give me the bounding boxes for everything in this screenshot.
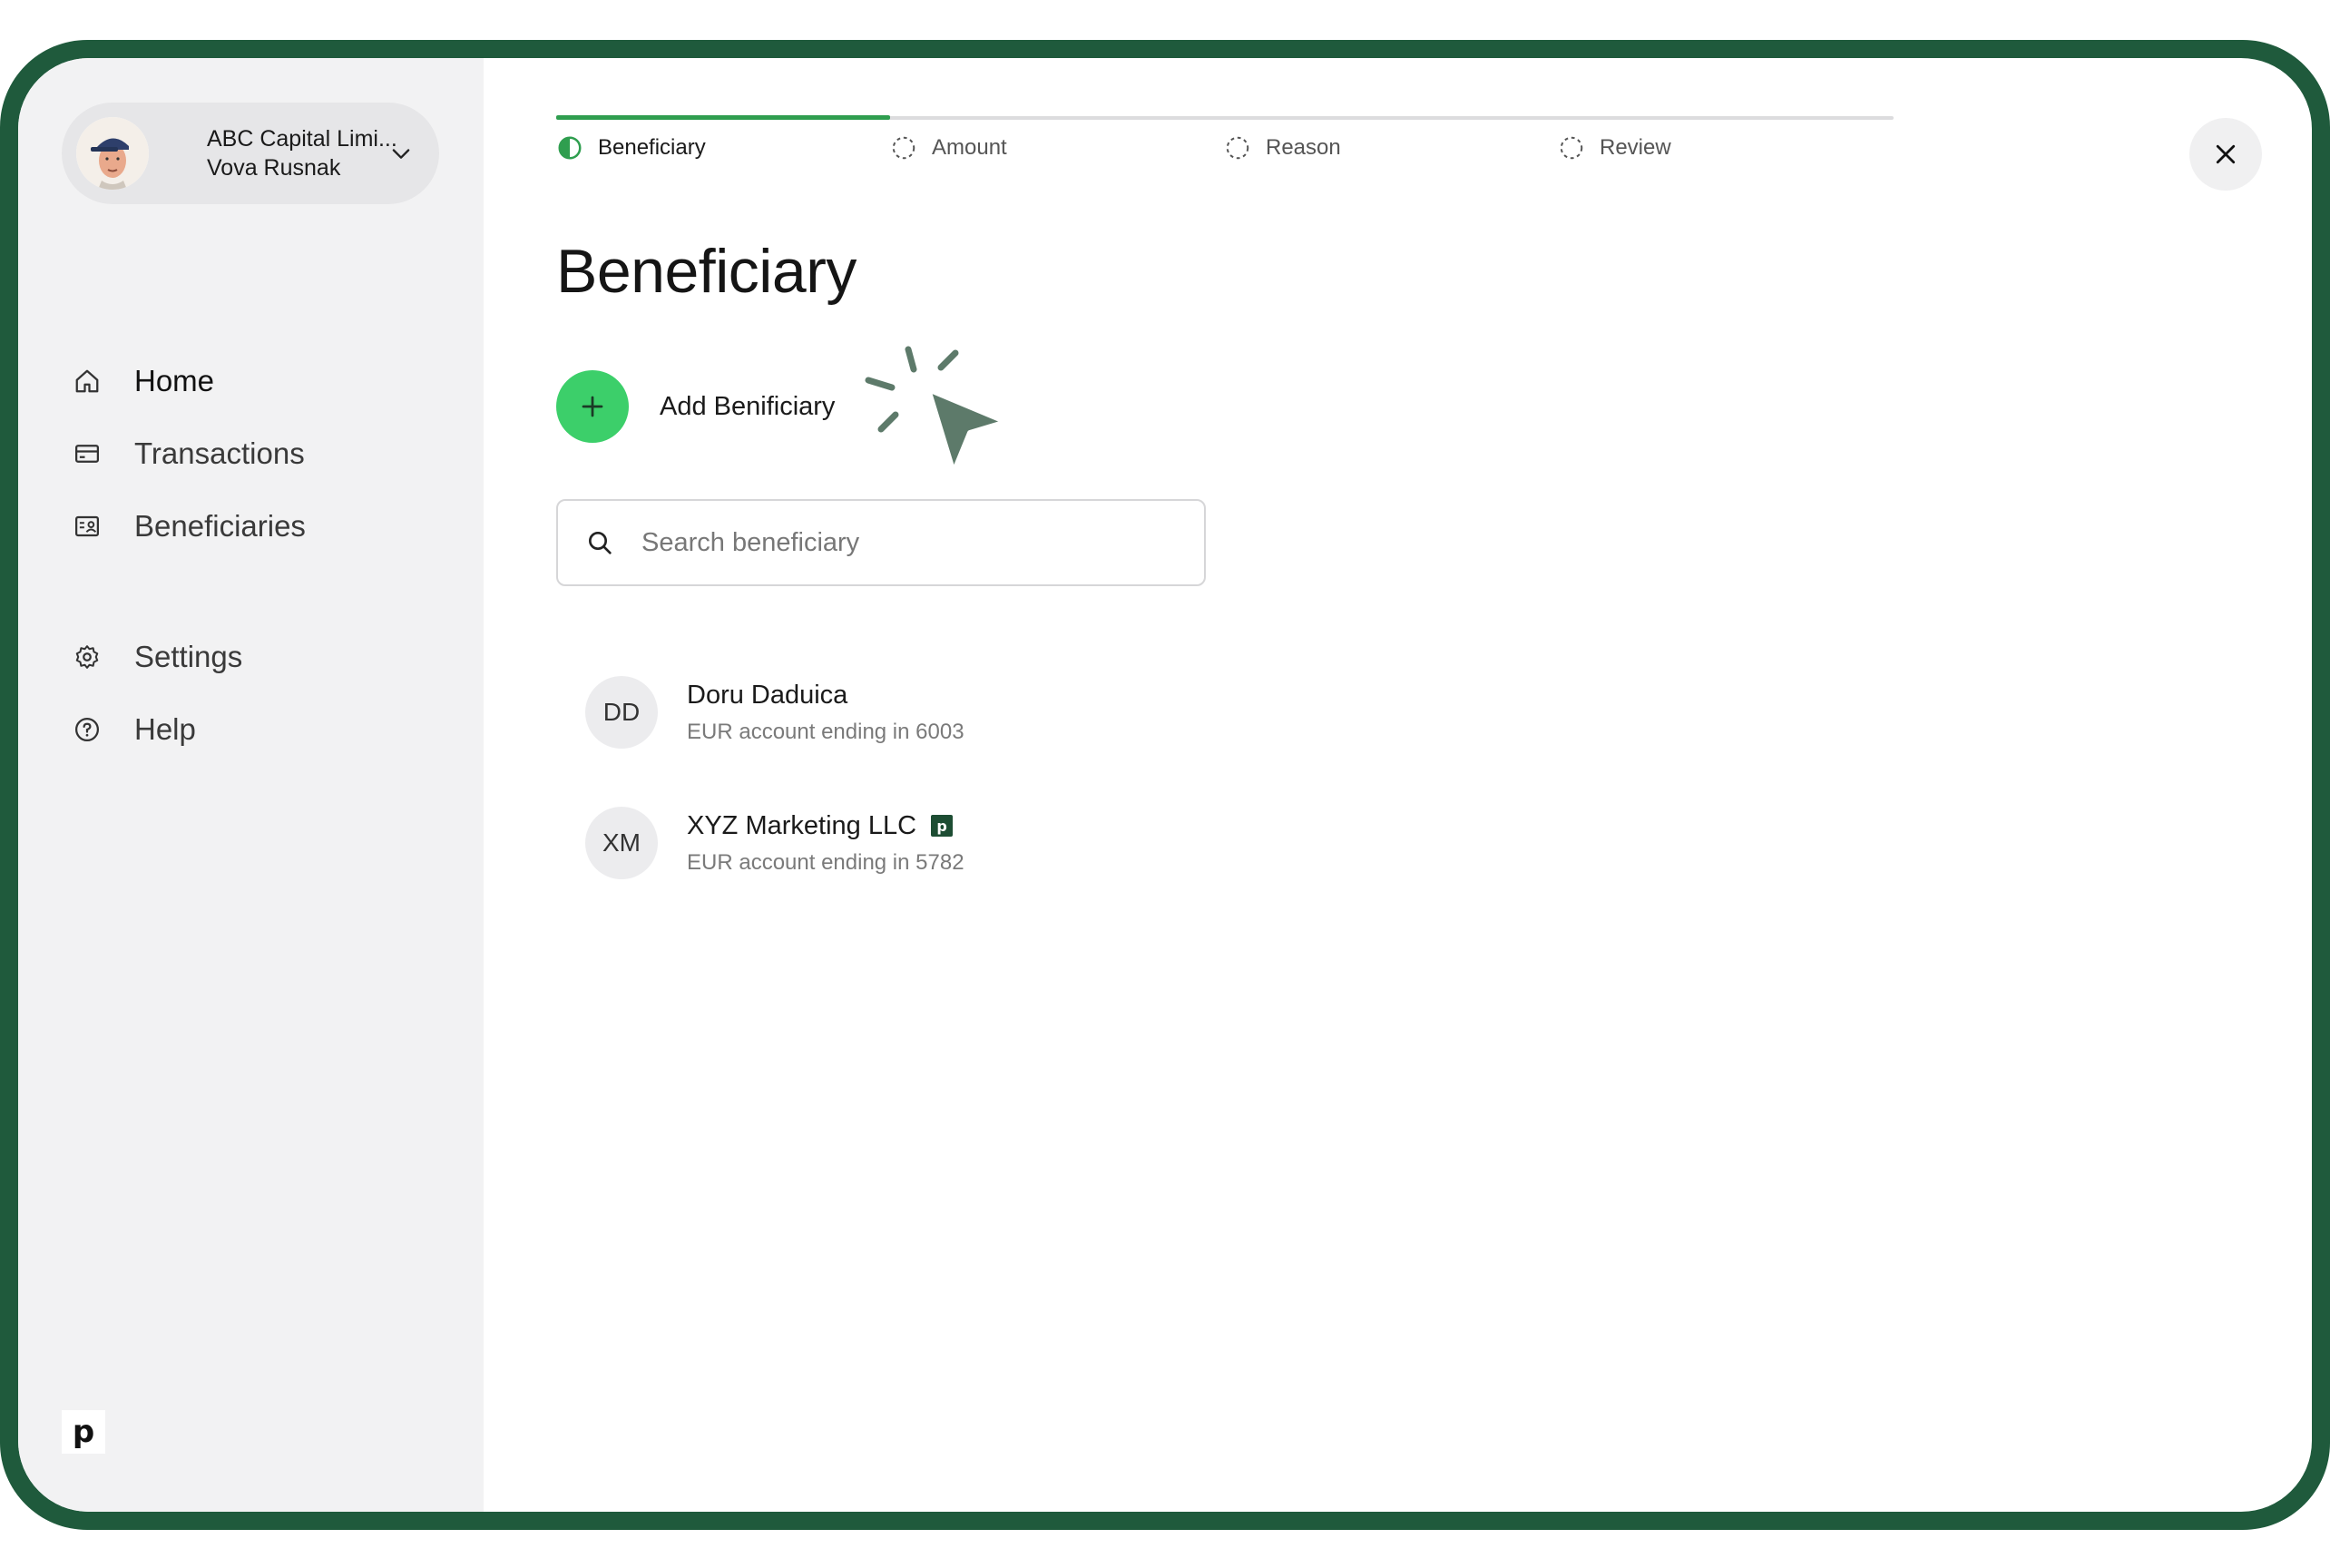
- app-screen: ABC Capital Limi... Vova Rusnak Home Tra…: [18, 58, 2312, 1512]
- step-label: Review: [1600, 135, 1671, 160]
- step-label: Amount: [932, 135, 1007, 160]
- beneficiary-row[interactable]: DD Doru Daduica EUR account ending in 60…: [585, 675, 964, 750]
- beneficiary-row[interactable]: XM XYZ Marketing LLC p EUR account endin…: [585, 806, 964, 880]
- beneficiary-initials: XM: [585, 807, 658, 879]
- dashed-circle-icon: [1226, 136, 1249, 160]
- sidebar-item-home[interactable]: Home: [73, 359, 214, 403]
- beneficiary-name: Doru Daduica: [687, 680, 848, 710]
- beneficiary-name: XYZ Marketing LLC: [687, 810, 917, 840]
- step-reason[interactable]: Reason: [1224, 132, 1341, 163]
- sidebar-item-label: Settings: [134, 640, 243, 673]
- beneficiary-initials: DD: [585, 676, 658, 749]
- close-button[interactable]: [2189, 118, 2262, 191]
- step-review[interactable]: Review: [1558, 132, 1671, 163]
- search-icon: [589, 532, 612, 554]
- search-input[interactable]: [641, 527, 1186, 558]
- brand-badge-icon: p: [931, 815, 954, 837]
- card-icon: [73, 439, 102, 468]
- step-amount[interactable]: Amount: [890, 132, 1007, 163]
- beneficiary-account: EUR account ending in 5782: [687, 849, 964, 875]
- account-company: ABC Capital Limi...: [207, 126, 397, 152]
- step-label: Reason: [1266, 135, 1341, 160]
- contact-card-icon: [73, 512, 102, 541]
- add-beneficiary-label: Add Benificiary: [660, 391, 836, 421]
- sidebar: ABC Capital Limi... Vova Rusnak Home Tra…: [18, 58, 484, 1512]
- sidebar-item-transactions[interactable]: Transactions: [73, 432, 305, 475]
- click-cursor-icon: [865, 346, 1009, 475]
- plus-icon: [556, 370, 629, 443]
- beneficiary-account: EUR account ending in 6003: [687, 719, 964, 744]
- home-icon: [73, 367, 102, 396]
- account-switcher[interactable]: ABC Capital Limi... Vova Rusnak: [62, 103, 439, 204]
- add-beneficiary-button[interactable]: Add Benificiary: [556, 370, 835, 443]
- sidebar-item-label: Transactions: [134, 436, 305, 470]
- sidebar-item-label: Beneficiaries: [134, 509, 306, 543]
- search-field[interactable]: [556, 499, 1206, 586]
- dashed-circle-icon: [1560, 136, 1583, 160]
- page-title: Beneficiary: [556, 237, 857, 306]
- sidebar-item-settings[interactable]: Settings: [73, 635, 242, 679]
- sidebar-item-label: Help: [134, 712, 196, 746]
- avatar: [76, 117, 149, 190]
- account-user: Vova Rusnak: [207, 155, 341, 181]
- chevron-down-icon: [392, 149, 410, 159]
- close-icon: [2216, 144, 2236, 164]
- step-beneficiary[interactable]: Beneficiary: [556, 132, 706, 163]
- sidebar-item-label: Home: [134, 364, 215, 397]
- brand-logo: p: [62, 1410, 105, 1454]
- progress-fill: [556, 115, 890, 120]
- help-circle-icon: [73, 715, 102, 744]
- gear-icon: [73, 642, 102, 671]
- main-content: Beneficiary Amount Reason Review Benefic…: [484, 58, 2312, 1512]
- device-frame: ABC Capital Limi... Vova Rusnak Home Tra…: [0, 40, 2330, 1530]
- half-circle-icon: [558, 136, 582, 160]
- dashed-circle-icon: [892, 136, 915, 160]
- sidebar-item-help[interactable]: Help: [73, 708, 196, 751]
- sidebar-item-beneficiaries[interactable]: Beneficiaries: [73, 505, 306, 548]
- step-label: Beneficiary: [598, 135, 706, 160]
